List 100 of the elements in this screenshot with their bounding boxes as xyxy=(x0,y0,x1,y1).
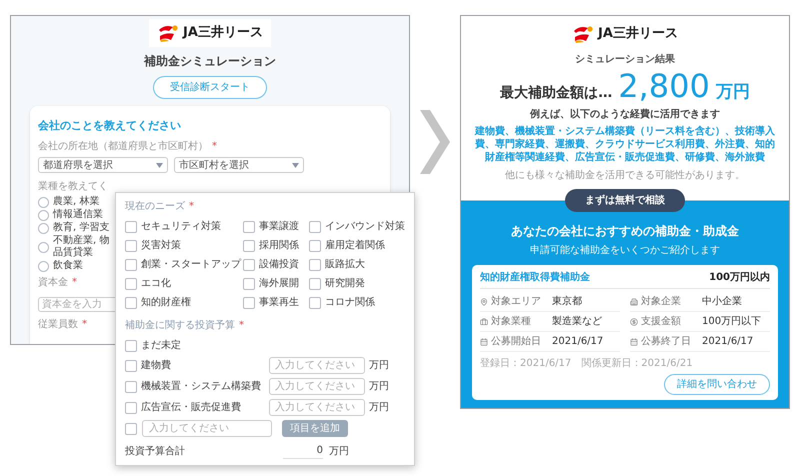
option-label: 機械装置・システム構築費 xyxy=(141,380,262,394)
input-field[interactable]: 資本金を入力 xyxy=(38,297,118,312)
subsidy-title: 知的財産権取得費補助金 xyxy=(480,270,590,285)
logo-text: JA三井リース xyxy=(598,25,678,43)
radio-button[interactable] xyxy=(38,242,49,252)
option-label: コロナ関係 xyxy=(325,296,375,310)
section-label: 補助金に関する投資予算 xyxy=(125,318,235,333)
option-label: 知的財産権 xyxy=(141,296,191,310)
required-mark: * xyxy=(72,276,77,290)
building-icon xyxy=(630,298,638,306)
detail-value: 中小企業 xyxy=(702,294,742,309)
detail-label: 対象エリア xyxy=(491,294,542,309)
detail-value: 製造業など xyxy=(552,314,602,329)
examples-text: 建物費、機械装置・システム構築費（リース料を含む）、技術導入費、専門家経費、運搬費、クラウドサービス利用費、外注費、知的財産権等関連経費、広告宣伝・販売促進費、研修費、海外旅費 xyxy=(474,125,776,164)
field-label: 従業員数 xyxy=(38,318,78,332)
caret-icon xyxy=(156,162,163,168)
section-label: 現在のニーズ xyxy=(125,200,185,214)
detail-value: 2021/6/17 xyxy=(702,335,754,349)
required-mark: * xyxy=(212,140,217,154)
detail-value: 100万円以下 xyxy=(702,314,762,329)
checkbox[interactable] xyxy=(243,278,255,290)
note-text: 他にも様々な補助金を活用できる可能性があります。 xyxy=(505,168,745,183)
checkbox[interactable] xyxy=(125,422,137,434)
checkbox[interactable] xyxy=(309,296,321,308)
subsidy-amount: 100万円以内 xyxy=(709,270,770,285)
max-amount: 2,800 xyxy=(618,66,710,104)
required-mark: * xyxy=(82,318,87,332)
option-label: エコ化 xyxy=(141,277,171,291)
checkbox[interactable] xyxy=(125,340,137,352)
option-label: 農業, 林業 xyxy=(53,196,100,208)
result-title: シミュレーション結果 xyxy=(575,52,675,66)
checkbox[interactable] xyxy=(243,258,255,270)
checkbox[interactable] xyxy=(309,220,321,232)
required-mark: * xyxy=(239,319,244,333)
unit-label: 万円 xyxy=(369,359,389,373)
option-label: 販路拡大 xyxy=(325,258,365,272)
radio-button[interactable] xyxy=(38,196,49,208)
total-value: 0 xyxy=(283,443,323,459)
detail-value: 2021/6/17 xyxy=(552,335,604,349)
input-field[interactable]: 入力してください xyxy=(269,378,365,395)
option-label: 研究開発 xyxy=(325,276,365,291)
detail-label: 支援金額 xyxy=(641,314,682,329)
checkbox[interactable] xyxy=(125,258,137,270)
input-field[interactable]: 入力してください xyxy=(142,420,272,437)
date-text: 関係更新日：2021/6/21 xyxy=(581,356,693,371)
section-subtitle: 申請可能な補助金をいくつかご紹介します xyxy=(530,244,720,258)
unit-label: 万円 xyxy=(369,380,389,394)
consult-button[interactable]: まずは無料で相談 xyxy=(565,189,685,212)
examples-heading: 例えば、以下のような経費に活用できます xyxy=(530,108,720,122)
radio-button[interactable] xyxy=(38,222,49,234)
detail-label: 公募開始日 xyxy=(491,334,542,349)
section-title: あなたの会社におすすめの補助金・助成金 xyxy=(511,223,739,240)
checkbox[interactable] xyxy=(309,258,321,270)
field-label: 会社の所在地（都道府県と市区町村） xyxy=(38,140,208,154)
option-label: 事業譲渡 xyxy=(259,220,299,234)
date-text: 登録日：2021/6/17 xyxy=(480,357,572,371)
option-label: 情報通信業 xyxy=(53,209,103,221)
option-label: まだ未定 xyxy=(141,338,181,353)
detail-label: 公募終了日 xyxy=(641,334,692,349)
dropdown[interactable]: 市区町村を選択 xyxy=(174,157,304,173)
option-label: 広告宣伝・販売促進費 xyxy=(141,400,242,415)
max-amount-label: 最大補助金額は… xyxy=(500,84,612,102)
page-title: 補助金シミュレーション xyxy=(144,52,276,70)
checkbox[interactable] xyxy=(125,296,137,308)
logo-text: JA三井リース xyxy=(183,24,263,42)
option-label: 飲食業 xyxy=(53,260,83,272)
input-field[interactable]: 入力してください xyxy=(269,399,365,416)
required-mark: * xyxy=(189,200,194,214)
checkbox[interactable] xyxy=(309,240,321,252)
dropdown[interactable]: 都道府県を選択 xyxy=(38,157,168,173)
pin-icon xyxy=(480,298,488,306)
option-label: 雇用定着関係 xyxy=(325,238,385,253)
checkbox[interactable] xyxy=(243,240,255,252)
option-label: 海外展開 xyxy=(259,277,299,291)
checkbox[interactable] xyxy=(125,220,137,232)
detail-value: 東京都 xyxy=(552,294,582,309)
caret-icon xyxy=(292,162,299,168)
detail-label: 対象企業 xyxy=(641,294,682,309)
checkbox[interactable] xyxy=(309,278,321,290)
detail-label: 対象業種 xyxy=(491,314,532,329)
logo-icon xyxy=(572,24,594,43)
option-label: インバウンド対策 xyxy=(325,220,405,234)
checkbox[interactable] xyxy=(125,360,137,372)
input-field[interactable]: 入力してください xyxy=(269,357,365,374)
checkbox[interactable] xyxy=(125,240,137,252)
option-label: 設備投資 xyxy=(259,258,299,272)
total-label: 投資予算合計 xyxy=(125,444,186,458)
radio-button[interactable] xyxy=(38,210,49,220)
checkbox[interactable] xyxy=(125,380,137,392)
field-label: 資本金 xyxy=(38,276,68,290)
radio-button[interactable] xyxy=(38,260,49,272)
calendar-icon xyxy=(480,338,488,346)
checkbox[interactable] xyxy=(243,296,255,308)
section-heading: 会社のことを教えてください xyxy=(38,118,182,134)
briefcase-icon xyxy=(480,318,488,326)
unit-label: 万円 xyxy=(369,401,389,415)
coin-icon xyxy=(630,318,638,326)
checkbox[interactable] xyxy=(243,220,255,232)
checkbox[interactable] xyxy=(125,402,137,414)
checkbox[interactable] xyxy=(125,278,137,290)
